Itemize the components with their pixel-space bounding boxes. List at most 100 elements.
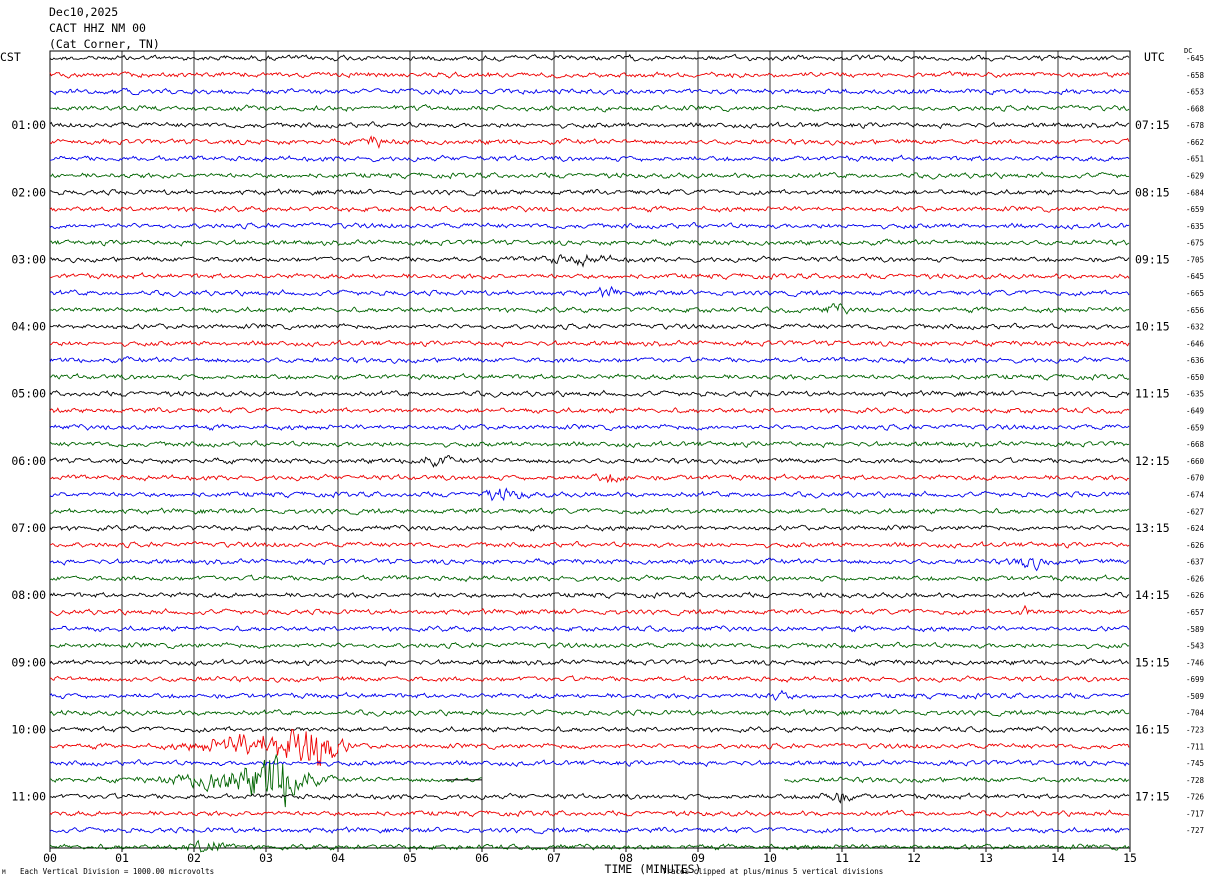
trace-group bbox=[49, 53, 1130, 853]
trace-line-27 bbox=[49, 487, 1130, 502]
x-tick-label: 02 bbox=[187, 851, 201, 865]
dc-offset-label: -746 bbox=[1186, 658, 1205, 667]
trace-line-7 bbox=[49, 154, 1130, 163]
dc-offset-label: -650 bbox=[1186, 373, 1205, 382]
dc-offset-label: -705 bbox=[1186, 255, 1204, 264]
trace-line-15 bbox=[49, 285, 1130, 299]
dc-offset-label: -711 bbox=[1186, 742, 1204, 751]
dc-offset-label: -637 bbox=[1186, 558, 1204, 567]
x-tick-label: 13 bbox=[979, 851, 993, 865]
dc-offset-label: -699 bbox=[1186, 675, 1204, 684]
dc-offset-label: -723 bbox=[1186, 725, 1204, 734]
x-tick-label: 03 bbox=[259, 851, 273, 865]
trace-line-35 bbox=[49, 625, 1130, 633]
dc-offset-label: -662 bbox=[1186, 138, 1204, 147]
left-time-label: 07:00 bbox=[11, 521, 46, 535]
trace-line-1 bbox=[49, 53, 1130, 62]
dc-offset-label: -651 bbox=[1186, 155, 1204, 164]
left-time-label: 03:00 bbox=[11, 252, 46, 266]
trace-line-29 bbox=[49, 524, 1130, 532]
trace-line-6 bbox=[49, 135, 1130, 149]
right-time-label: 09:15 bbox=[1135, 252, 1170, 266]
dc-offset-label: -658 bbox=[1186, 71, 1205, 80]
dc-offset-label: -717 bbox=[1186, 809, 1204, 818]
x-tick-label: 00 bbox=[43, 851, 57, 865]
trace-line-17 bbox=[49, 322, 1130, 331]
plot-grid bbox=[49, 50, 1131, 849]
trace-line-43 bbox=[49, 759, 1130, 768]
scale-note: Each Vertical Division = 1000.00 microvo… bbox=[20, 867, 215, 876]
dc-offset-label: -657 bbox=[1186, 608, 1204, 617]
dc-offset-label: -659 bbox=[1186, 205, 1204, 214]
right-time-label: 13:15 bbox=[1135, 521, 1170, 535]
x-tick-label: 05 bbox=[403, 851, 417, 865]
trace-line-19 bbox=[49, 356, 1130, 365]
left-time-label: 02:00 bbox=[11, 185, 46, 199]
right-time-label: 08:15 bbox=[1135, 185, 1170, 199]
trace-line-14 bbox=[49, 271, 1130, 281]
trace-line-4 bbox=[49, 103, 1130, 113]
dc-offset-label: -660 bbox=[1186, 457, 1205, 466]
right-time-label: 11:15 bbox=[1135, 387, 1170, 401]
trace-line-36 bbox=[49, 641, 1130, 650]
dc-offset-label: -674 bbox=[1186, 490, 1205, 499]
trace-line-25 bbox=[49, 455, 1130, 468]
x-tick-label: 11 bbox=[835, 851, 849, 865]
dc-offset-label: -668 bbox=[1186, 104, 1205, 113]
dc-offset-label: -635 bbox=[1186, 390, 1204, 399]
trace-line-41 bbox=[49, 725, 1130, 734]
dc-offset-label: -645 bbox=[1186, 54, 1204, 63]
trace-line-16 bbox=[49, 303, 1130, 315]
trace-line-3 bbox=[49, 87, 1130, 96]
dc-offset-label: -649 bbox=[1186, 407, 1204, 416]
trace-line-8 bbox=[49, 171, 1130, 180]
dc-offset-label: -653 bbox=[1186, 88, 1204, 97]
trace-line-45 bbox=[49, 792, 1130, 804]
x-tick-label: 07 bbox=[547, 851, 561, 865]
trace-line-33 bbox=[49, 591, 1130, 600]
dc-offset-label: -509 bbox=[1186, 692, 1204, 701]
left-time-label: 04:00 bbox=[11, 320, 46, 334]
right-time-label: 14:15 bbox=[1135, 588, 1170, 602]
dc-offset-label: -626 bbox=[1186, 591, 1205, 600]
dc-offset-label: -645 bbox=[1186, 272, 1204, 281]
dc-offset-label: -668 bbox=[1186, 440, 1205, 449]
plot-frame bbox=[49, 50, 1131, 849]
dc-offset-label: -726 bbox=[1186, 793, 1205, 802]
dc-offset-label: -684 bbox=[1186, 188, 1205, 197]
dc-offset-label: -626 bbox=[1186, 541, 1205, 550]
left-time-label: 09:00 bbox=[11, 655, 46, 669]
right-time-label: 10:15 bbox=[1135, 320, 1170, 334]
dc-offset-label: -636 bbox=[1186, 356, 1205, 365]
trace-line-40 bbox=[49, 708, 1130, 717]
right-time-label: 12:15 bbox=[1135, 454, 1170, 468]
trace-line-13 bbox=[49, 253, 1130, 268]
trace-line-18 bbox=[49, 339, 1130, 348]
trace-line-21 bbox=[49, 389, 1130, 398]
trace-line-26 bbox=[49, 473, 1130, 484]
trace-line-9 bbox=[50, 188, 1129, 197]
dc-offset-label: -727 bbox=[1186, 826, 1204, 835]
dc-offset-label: -670 bbox=[1186, 474, 1205, 483]
x-tick-label: 12 bbox=[907, 851, 921, 865]
trace-line-37 bbox=[49, 658, 1130, 667]
left-time-labels: 01:00 02:00 03:00 04:00 05:00 06:00 07:00 08:00… bbox=[11, 118, 46, 803]
x-tick-label: 15 bbox=[1123, 851, 1137, 865]
dc-offset-label: -745 bbox=[1186, 759, 1204, 768]
left-time-label: 10:00 bbox=[11, 722, 46, 736]
dc-offset-label: -627 bbox=[1186, 507, 1204, 516]
trace-line-24 bbox=[49, 440, 1130, 449]
right-time-label: 16:15 bbox=[1135, 722, 1170, 736]
dc-offset-label: -629 bbox=[1186, 172, 1204, 181]
right-time-labels: 07:15 08:15 09:15 10:15 11:15 12:15 13:15 14:15… bbox=[1135, 118, 1170, 803]
trace-line-34 bbox=[49, 604, 1130, 617]
dc-offset-labels: -645 -658 -653 -668 -678 -662 -651 -629 -684 -659… bbox=[1186, 54, 1205, 835]
trace-line-23 bbox=[49, 423, 1130, 431]
left-time-label: 08:00 bbox=[11, 588, 46, 602]
trace-line-10 bbox=[49, 205, 1130, 213]
x-tick-label: 04 bbox=[331, 851, 345, 865]
left-time-label: 05:00 bbox=[11, 387, 46, 401]
dc-offset-label: -589 bbox=[1186, 625, 1204, 634]
dc-offset-label: -632 bbox=[1186, 323, 1204, 332]
helicorder-plot: 01:00 02:00 03:00 04:00 05:00 06:00 07:00 08:00… bbox=[11, 50, 1205, 876]
